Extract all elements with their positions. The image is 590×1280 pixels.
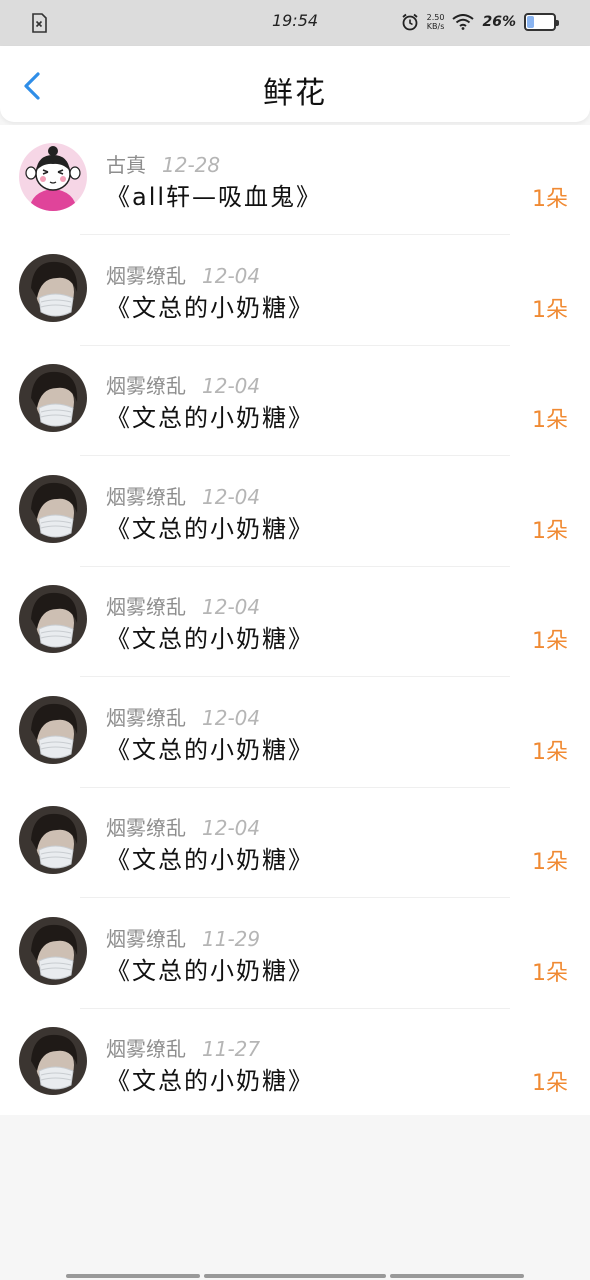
send-date: 12-04	[202, 263, 261, 288]
network-speed-value: 2.50	[426, 13, 445, 22]
home-indicator	[66, 1274, 200, 1278]
list-item[interactable]: 烟雾缭乱 12-04 《文总的小奶糖》 1朵	[0, 788, 590, 898]
flower-count: 1朵	[532, 629, 568, 654]
cartoon-girl-avatar-icon	[19, 143, 87, 211]
avatar[interactable]	[19, 695, 87, 764]
send-date: 11-29	[202, 926, 261, 951]
sender-name: 烟雾缭乱	[106, 926, 186, 951]
send-date: 12-04	[202, 705, 261, 730]
sender-name: 烟雾缭乱	[106, 374, 186, 398]
battery-percent: 26%	[482, 14, 516, 30]
flower-count: 1朵	[532, 739, 568, 765]
book-title: 《文总的小奶糖》	[106, 625, 314, 653]
nav-bar: 鲜花	[0, 46, 590, 122]
avatar[interactable]	[19, 806, 87, 874]
sender-name: 烟雾缭乱	[106, 484, 186, 509]
avatar[interactable]	[19, 474, 87, 543]
book-title: 《all轩—吸血鬼》	[106, 183, 323, 211]
masked-person-avatar-icon	[19, 1027, 87, 1095]
send-date: 12-04	[202, 484, 261, 509]
flower-count: 1朵	[532, 518, 568, 544]
send-date: 12-04	[202, 595, 261, 619]
list-item[interactable]: 烟雾缭乱 12-04 《文总的小奶糖》 1朵	[0, 236, 590, 346]
sender-name: 烟雾缭乱	[106, 595, 186, 619]
avatar[interactable]	[19, 1027, 87, 1095]
sender-name: 烟雾缭乱	[106, 816, 186, 840]
flower-count: 1朵	[532, 1071, 568, 1096]
flower-count: 1朵	[532, 960, 568, 986]
send-date: 12-04	[202, 374, 261, 398]
list-item[interactable]: 古真 12-28 《all轩—吸血鬼》 1朵	[0, 125, 590, 235]
book-title: 《文总的小奶糖》	[106, 1067, 314, 1095]
list-item[interactable]: 烟雾缭乱 12-04 《文总的小奶糖》 1朵	[0, 567, 590, 677]
home-indicator	[204, 1274, 386, 1278]
battery-icon	[524, 13, 559, 31]
sender-name: 烟雾缭乱	[106, 263, 186, 288]
avatar[interactable]	[19, 364, 87, 432]
avatar[interactable]	[19, 585, 87, 653]
avatar[interactable]	[19, 916, 87, 985]
masked-person-avatar-icon	[19, 916, 87, 985]
page-title: 鲜花	[263, 76, 327, 111]
wifi-icon	[452, 14, 475, 30]
flower-count: 1朵	[532, 187, 568, 212]
send-date: 12-04	[202, 816, 261, 840]
sender-meta: 烟雾缭乱 12-04	[106, 591, 260, 620]
flower-count: 1朵	[532, 850, 568, 875]
sender-meta: 烟雾缭乱 12-04	[106, 260, 260, 289]
list-item[interactable]: 烟雾缭乱 12-04 《文总的小奶糖》 1朵	[0, 678, 590, 788]
book-title: 《文总的小奶糖》	[106, 956, 314, 985]
masked-person-avatar-icon	[19, 695, 87, 764]
battery-level	[527, 16, 535, 28]
list-item[interactable]: 烟雾缭乱 11-29 《文总的小奶糖》 1朵	[0, 899, 590, 1009]
sender-meta: 烟雾缭乱 12-04	[106, 812, 260, 841]
send-date: 12-28	[162, 153, 221, 177]
network-speed-unit: KB/s	[426, 22, 445, 31]
flower-count: 1朵	[532, 297, 568, 323]
sender-name: 古真	[106, 153, 146, 177]
send-date: 11-27	[202, 1037, 261, 1061]
sender-meta: 烟雾缭乱 11-29	[106, 923, 260, 952]
sender-meta: 烟雾缭乱 12-04	[106, 702, 260, 731]
book-title: 《文总的小奶糖》	[106, 514, 314, 543]
network-speed: 2.50 KB/s	[427, 13, 445, 31]
list-item[interactable]: 烟雾缭乱 11-27 《文总的小奶糖》 1朵	[0, 1009, 590, 1119]
sender-meta: 古真 12-28	[106, 149, 220, 178]
sender-meta: 烟雾缭乱 11-27	[106, 1033, 260, 1062]
status-bar: 19:54 2.50 KB/s 26%	[0, 0, 590, 46]
alarm-icon	[402, 13, 418, 31]
flower-count: 1朵	[532, 408, 568, 433]
avatar[interactable]	[19, 143, 87, 211]
masked-person-avatar-icon	[19, 364, 87, 432]
list-item[interactable]: 烟雾缭乱 12-04 《文总的小奶糖》 1朵	[0, 457, 590, 567]
book-title: 《文总的小奶糖》	[106, 404, 314, 432]
avatar[interactable]	[19, 253, 87, 322]
book-title: 《文总的小奶糖》	[106, 735, 314, 764]
sender-meta: 烟雾缭乱 12-04	[106, 370, 260, 399]
masked-person-avatar-icon	[19, 585, 87, 653]
home-indicator	[390, 1274, 524, 1278]
sender-name: 烟雾缭乱	[106, 705, 186, 730]
book-title: 《文总的小奶糖》	[106, 846, 314, 874]
masked-person-avatar-icon	[19, 806, 87, 874]
flower-record-list: 古真 12-28 《all轩—吸血鬼》 1朵 烟雾缭乱 12-04 《文总的小奶糖》 1朵 烟雾…	[0, 125, 590, 1115]
list-item[interactable]: 烟雾缭乱 12-04 《文总的小奶糖》 1朵	[0, 346, 590, 456]
masked-person-avatar-icon	[19, 474, 87, 543]
book-title: 《文总的小奶糖》	[106, 293, 314, 322]
masked-person-avatar-icon	[19, 253, 87, 322]
sender-meta: 烟雾缭乱 12-04	[106, 481, 260, 510]
sender-name: 烟雾缭乱	[106, 1037, 186, 1061]
